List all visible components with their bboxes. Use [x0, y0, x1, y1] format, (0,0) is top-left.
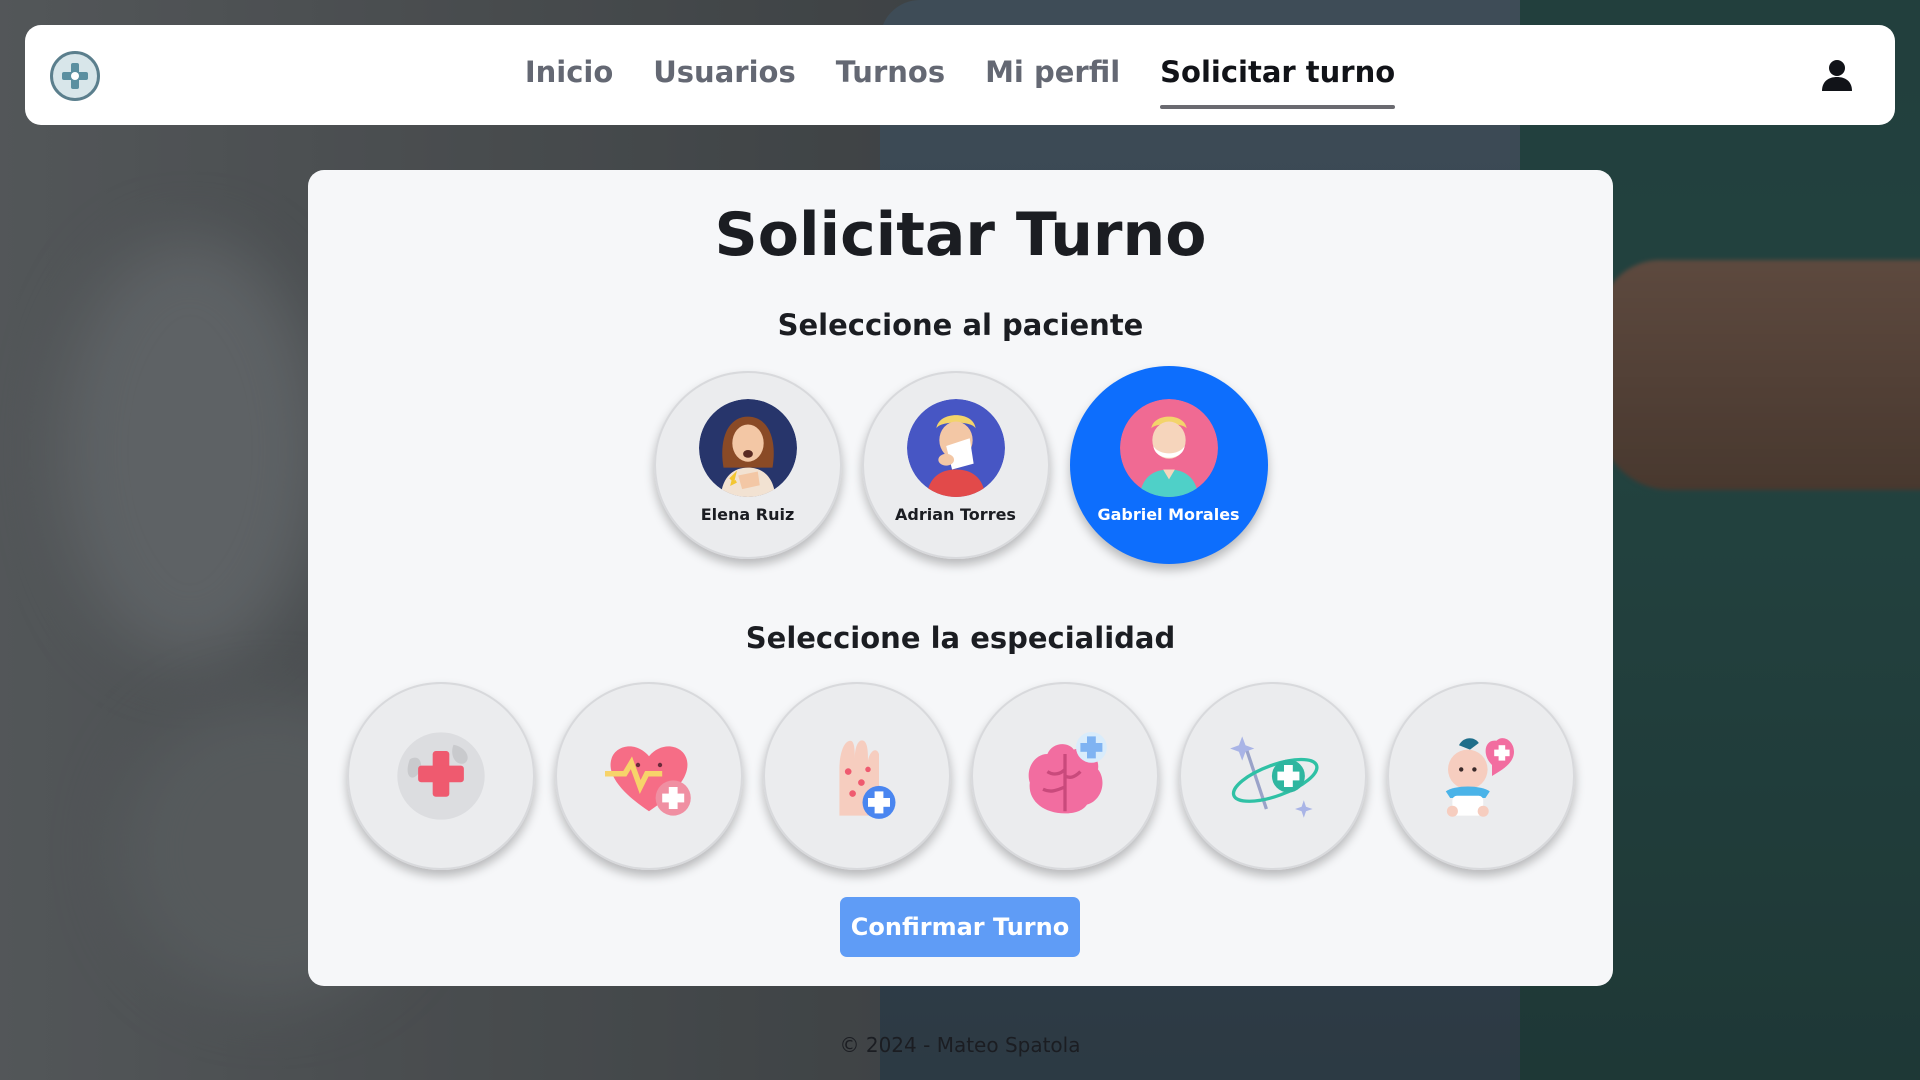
footer-copyright: © 2024 - Mateo Spatola	[839, 1033, 1081, 1057]
user-icon[interactable]	[1819, 57, 1855, 93]
nav-item-turnos[interactable]: Turnos	[836, 55, 945, 125]
patient-man-sneezing-icon	[906, 398, 1005, 497]
specialty-option-general[interactable]	[346, 682, 535, 870]
patient-elderly-man-icon	[1119, 398, 1218, 497]
orbit-health-icon	[1229, 736, 1319, 818]
main-nav: Inicio Usuarios Turnos Mi perfil Solicit…	[525, 25, 1396, 125]
nav-item-inicio[interactable]: Inicio	[525, 55, 613, 125]
specialty-list	[308, 682, 1613, 870]
specialty-option-dermatology[interactable]	[762, 682, 951, 870]
pediatrics-baby-icon	[1445, 738, 1514, 817]
navbar: Inicio Usuarios Turnos Mi perfil Solicit…	[25, 25, 1895, 125]
specialty-heading: Seleccione la especialidad	[745, 621, 1176, 655]
patient-name: Adrian Torres	[895, 504, 1016, 524]
confirm-turno-button[interactable]: Confirmar Turno	[840, 897, 1080, 957]
page-title: Solicitar Turno	[714, 200, 1207, 270]
medical-globe-icon	[396, 732, 485, 820]
patient-option-gabriel-morales[interactable]: Gabriel Morales	[1069, 366, 1268, 564]
patient-woman-coughing-icon	[698, 398, 797, 497]
patient-name: Gabriel Morales	[1097, 504, 1240, 524]
patient-option-elena-ruiz[interactable]: Elena Ruiz	[653, 371, 842, 559]
specialty-option-cardiology[interactable]	[554, 682, 743, 870]
neurology-brain-icon	[1028, 732, 1107, 814]
nav-item-mi-perfil[interactable]: Mi perfil	[985, 55, 1120, 125]
specialty-option-pediatrics[interactable]	[1386, 682, 1575, 870]
patient-heading: Seleccione al paciente	[777, 308, 1144, 342]
specialty-option-neurology[interactable]	[970, 682, 1159, 870]
solicitar-turno-card: Solicitar Turno Seleccione al paciente E…	[308, 170, 1613, 986]
nav-item-solicitar-turno[interactable]: Solicitar turno	[1160, 55, 1396, 125]
nav-item-usuarios[interactable]: Usuarios	[653, 55, 795, 125]
dermatology-hand-icon	[838, 740, 895, 819]
medical-cross-logo-icon[interactable]	[50, 51, 100, 101]
cardiology-heart-icon	[604, 746, 691, 816]
patient-option-adrian-torres[interactable]: Adrian Torres	[861, 371, 1050, 559]
patient-name: Elena Ruiz	[700, 504, 795, 524]
specialty-option-orbit-health[interactable]	[1178, 682, 1367, 870]
patient-list: Elena Ruiz Adrian Torres Gabriel Morales	[308, 365, 1613, 565]
